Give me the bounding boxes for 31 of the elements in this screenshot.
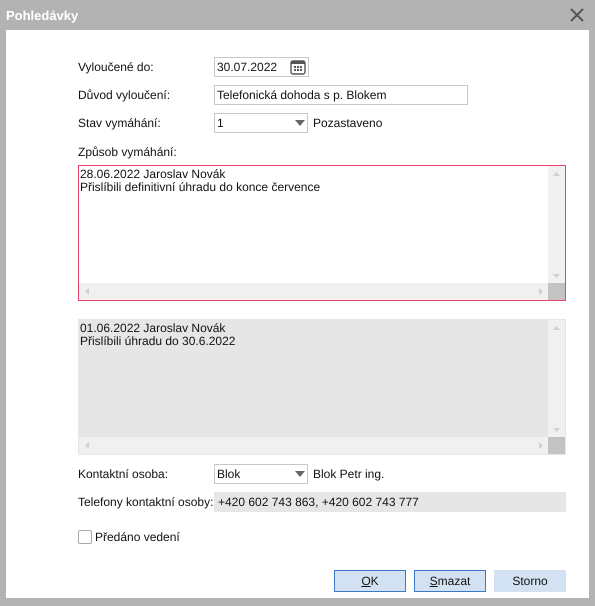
dialog-button[interactable]: Smazat (414, 570, 486, 592)
checkbox[interactable]: Předáno vedení (78, 530, 566, 544)
horizontal-scrollbar[interactable] (79, 283, 548, 300)
field-label: Vyloučené do: (78, 60, 155, 74)
state-description: Pozastaveno (313, 116, 382, 130)
contact-name: Blok Petr ing. (313, 467, 384, 481)
scrollbar-corner (548, 283, 565, 300)
dropdown[interactable]: 1 (214, 113, 308, 133)
section-label: Způsob vymáhání: (78, 145, 178, 159)
text-line: 28.06.2022 Jaroslav Novák (80, 168, 226, 181)
dropdown-caret-icon (295, 471, 305, 477)
field-label: Důvod vyloučení: (78, 88, 172, 102)
dialog-button[interactable]: Storno (494, 570, 566, 592)
text-line: Přislíbili úhradu do 30.6.2022 (80, 335, 236, 348)
scrollbar-corner (548, 437, 565, 454)
input-field[interactable]: Telefonická dohoda s p. Blokem (214, 85, 468, 105)
close-icon[interactable] (569, 7, 585, 23)
field-label: Stav vymáhání: (78, 116, 162, 130)
window-title: Pohledávky (6, 8, 78, 22)
dropdown-caret-icon (295, 120, 305, 126)
read-only-field: +420 602 743 863, +420 602 743 777 (214, 492, 566, 512)
field-label: Telefony kontaktní osoby: (78, 495, 214, 509)
text-line: Přislíbili definitivní úhradu do konce července (80, 181, 322, 194)
text-line: 01.06.2022 Jaroslav Novák (80, 322, 226, 335)
dialog-button[interactable]: OK (334, 570, 406, 592)
text-area[interactable]: 28.06.2022 Jaroslav Novák Přislíbili definitivní úhradu do konce července (78, 165, 566, 301)
dropdown[interactable]: Blok (214, 464, 308, 484)
vertical-scrollbar[interactable] (548, 166, 565, 283)
field-label: Kontaktní osoba: (78, 467, 170, 481)
calendar-icon[interactable] (290, 59, 306, 75)
date-field[interactable]: 30.07.2022 (214, 57, 309, 77)
